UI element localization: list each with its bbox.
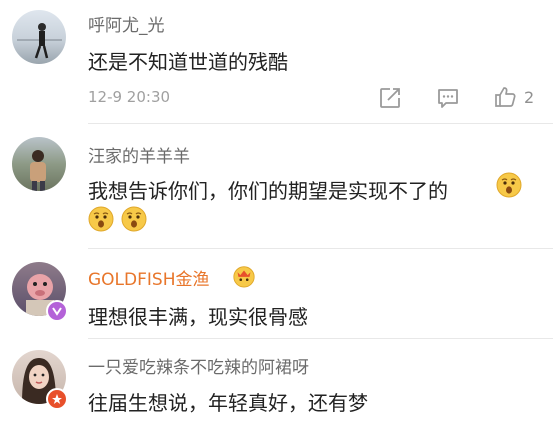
like-icon[interactable]	[493, 85, 517, 109]
shocked-emoji-icon	[496, 172, 522, 198]
divider	[88, 123, 553, 124]
username[interactable]: GOLDFISH金渔	[88, 265, 209, 290]
username[interactable]: 呼阿尤_光	[88, 11, 165, 36]
like-count: 2	[524, 88, 535, 107]
avatar[interactable]	[12, 137, 66, 191]
avatar[interactable]	[12, 10, 66, 64]
comment-text: 还是不知道世道的残酷	[88, 50, 288, 74]
vip-badge-icon	[46, 300, 68, 322]
timestamp: 12-9 20:30	[88, 88, 171, 106]
username[interactable]: 汪家的羊羊羊	[88, 142, 190, 167]
username[interactable]: 一只爱吃辣条不吃辣的阿裙呀	[88, 353, 309, 378]
share-icon[interactable]	[378, 86, 402, 110]
divider	[88, 248, 553, 249]
shocked-emoji-icon	[121, 206, 147, 232]
verified-badge-icon	[46, 388, 68, 410]
divider	[88, 338, 553, 339]
comment-text: 理想很丰满，现实很骨感	[88, 305, 308, 329]
comment-text: 我想告诉你们，你们的期望是实现不了的	[88, 179, 448, 203]
shocked-emoji-icon	[88, 206, 114, 232]
comment-text: 往届生想说，年轻真好，还有梦	[88, 391, 368, 415]
crown-emoji-icon	[233, 266, 255, 288]
comment-icon[interactable]	[436, 86, 460, 110]
